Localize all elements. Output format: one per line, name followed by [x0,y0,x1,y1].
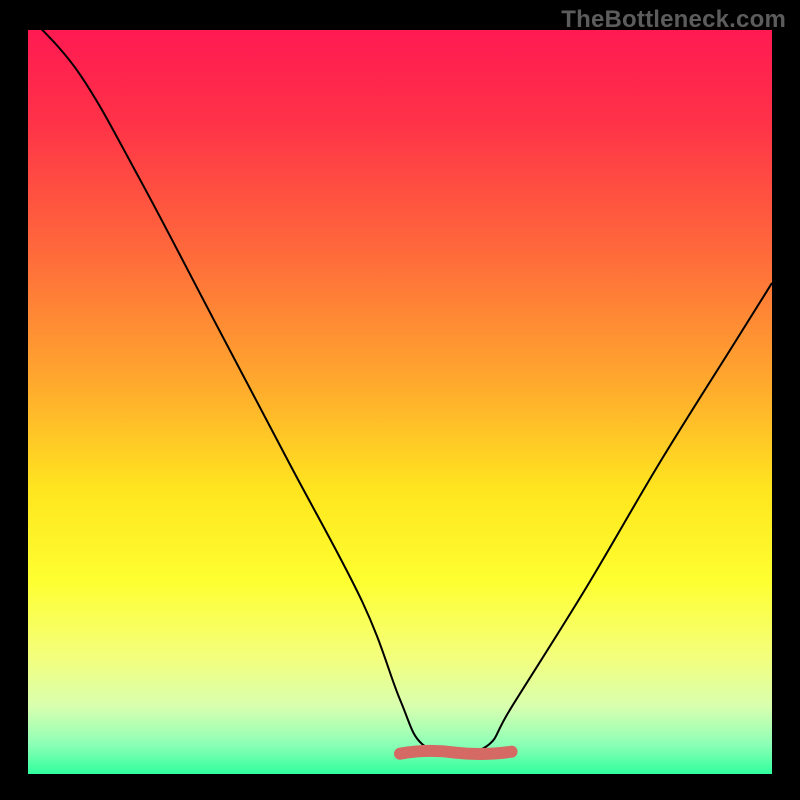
curve-layer [28,30,772,774]
plot-area [28,30,772,774]
chart-frame: TheBottleneck.com [0,0,800,800]
bottleneck-curve [28,30,772,752]
valley-marker [400,751,512,754]
watermark-text: TheBottleneck.com [561,6,786,34]
